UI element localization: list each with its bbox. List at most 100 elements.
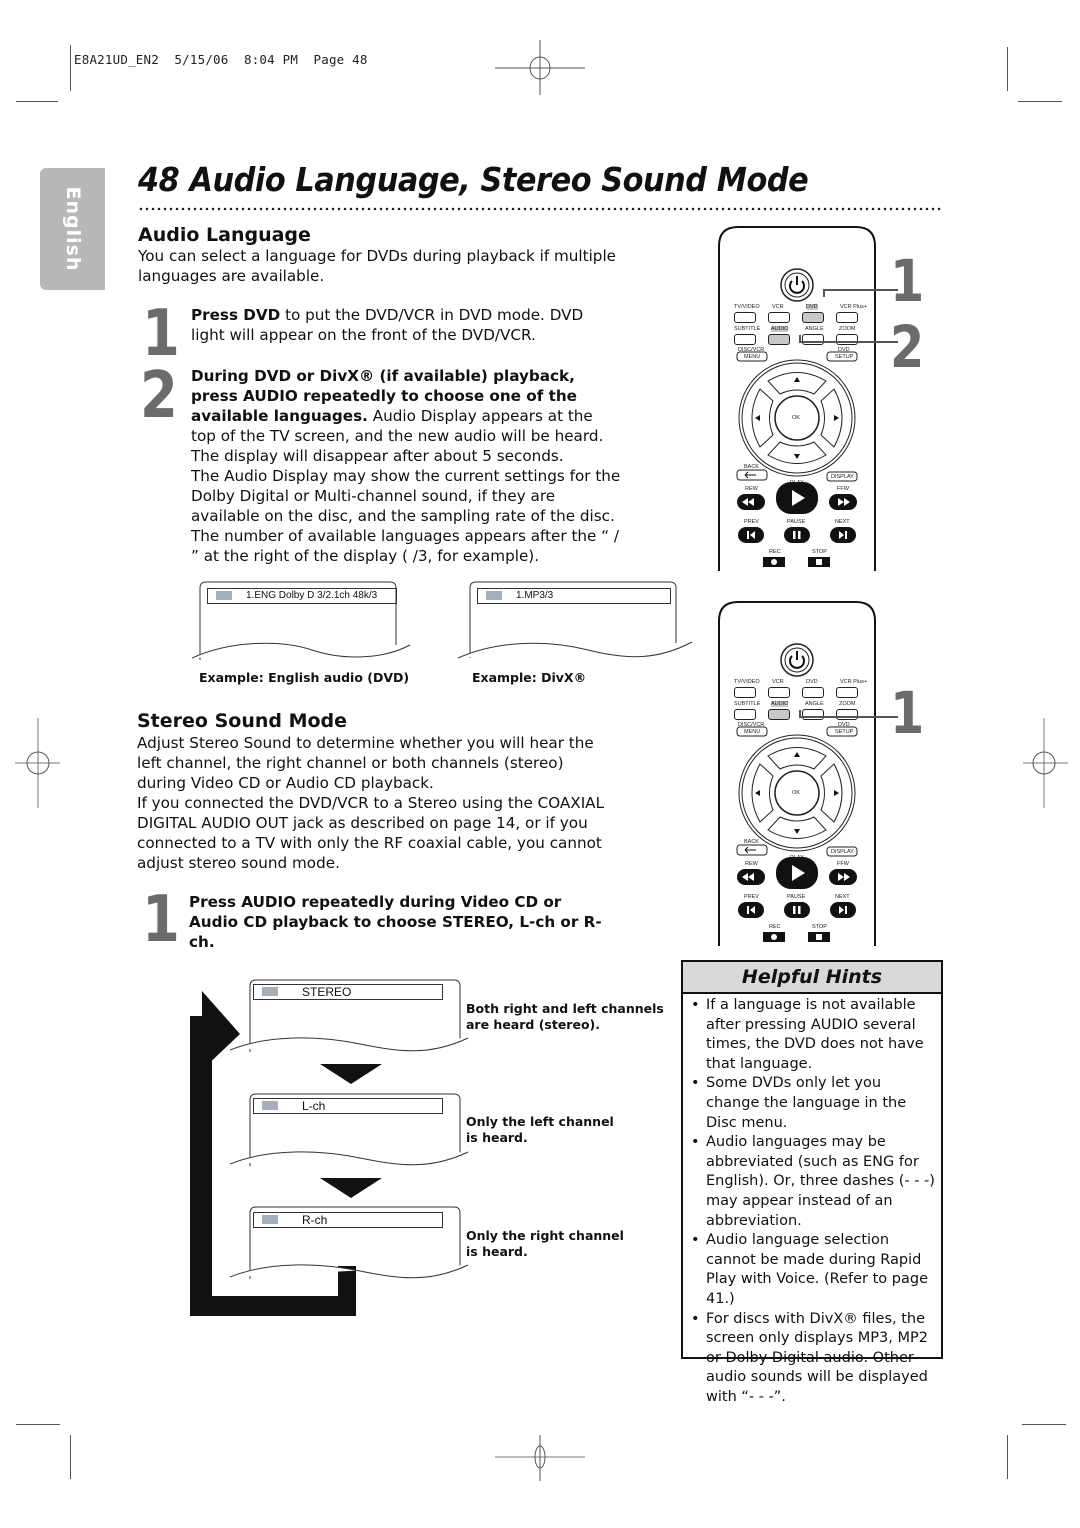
remote-label-pause: PAUSE (787, 894, 806, 900)
remote-label-tvvideo: TV/VIDEO (734, 304, 760, 310)
remote-label-ffw: FFW (837, 486, 849, 492)
crop-mark (1007, 47, 1008, 91)
crop-mark (70, 1435, 71, 1479)
remote-button-vcrplus[interactable] (836, 687, 858, 698)
remote-label-rec: REC (769, 924, 781, 930)
speaker-icon (216, 591, 232, 600)
remote-label-rec: REC (769, 549, 781, 555)
remote-label-vcrplus: VCR Plus+ (840, 679, 868, 685)
remote-label-rew: REW (745, 486, 758, 492)
crop-mark (16, 101, 58, 102)
remote-label-menu: MENU (744, 354, 761, 360)
remote-button-tvvideo[interactable] (734, 312, 756, 323)
hint-item: If a language is not available after pre… (689, 996, 939, 1074)
remote-label-subtitle: SUBTITLE (734, 326, 761, 332)
remote-label-menu: MENU (744, 729, 761, 735)
step-number: 1 (142, 297, 180, 371)
remote-label-stop: STOP (812, 924, 827, 930)
helpful-hints-box: Helpful Hints If a language is not avail… (681, 960, 943, 1405)
stereo-note: If you connected the DVD/VCR to a Stereo… (137, 794, 605, 872)
remote-label-next: NEXT (835, 519, 850, 525)
print-slug: E8A21UD_EN2 5/15/06 8:04 PM Page 48 (74, 52, 368, 67)
remote-label-ffw: FFW (837, 861, 849, 867)
stereo-intro: Adjust Stereo Sound to determine whether… (137, 733, 607, 873)
remote-control-illustration: TV/VIDEO VCR DVD VCR Plus+ SUBTITLE AUDIO ANGL… (718, 601, 878, 946)
registration-mark-icon (495, 1435, 585, 1481)
osd-bar: 1.MP3/3 (477, 588, 671, 604)
remote-button-vcr[interactable] (768, 687, 790, 698)
remote-label-vcr: VCR (772, 679, 784, 685)
remote-button-subtitle[interactable] (734, 709, 756, 720)
remote-button-dvd[interactable] (802, 687, 824, 698)
hint-item: Some DVDs only let you change the langua… (689, 1074, 939, 1133)
remote-label-play: PLAY (790, 855, 804, 861)
osd-bar: STEREO (253, 984, 443, 1000)
audio-language-intro: You can select a language for DVDs durin… (138, 247, 617, 285)
remote-label-setup: SETUP (835, 729, 854, 735)
helpful-hints-title: Helpful Hints (683, 962, 941, 994)
crop-mark (1022, 1424, 1066, 1425)
step-2-extra: The Audio Display may show the current s… (191, 467, 621, 565)
osd-text: 1.ENG Dolby D 3/2.1ch 48k/3 (246, 590, 378, 601)
speaker-icon (262, 1101, 278, 1110)
osd-bar: L-ch (253, 1098, 443, 1114)
crop-mark (1018, 101, 1062, 102)
page-title: 48 Audio Language, Stereo Sound Mode (138, 160, 809, 199)
step-number: 1 (142, 883, 180, 957)
remote-label-stop: STOP (812, 549, 827, 555)
dotted-divider (138, 207, 943, 211)
example-caption: Example: DivX® (472, 670, 587, 685)
remote-label-rew: REW (745, 861, 758, 867)
hint-item: Audio languages may be abbreviated (such… (689, 1133, 939, 1231)
section-heading-audio-language: Audio Language (138, 224, 311, 246)
callout-number: 1 (890, 679, 925, 747)
step-1-text: Press DVD to put the DVD/VCR in DVD mode… (191, 305, 611, 345)
osd-text: R-ch (302, 1213, 328, 1227)
remote-button-tvvideo[interactable] (734, 687, 756, 698)
stereo-intro-text: Adjust Stereo Sound to determine whether… (137, 734, 594, 792)
hint-item: Audio language selection cannot be made … (689, 1231, 939, 1309)
step-number: 2 (140, 359, 178, 433)
down-arrow-icon (320, 1064, 382, 1084)
remote-label-subtitle: SUBTITLE (734, 701, 761, 707)
registration-mark-icon (1023, 718, 1068, 808)
hint-item: For discs with DivX® files, the screen o… (689, 1310, 939, 1408)
callout-line (799, 710, 898, 718)
remote-control-illustration: TV/VIDEO VCR DVD VCR Plus+ SUBTITLE AUDIO ANGL… (718, 226, 878, 571)
crop-mark (70, 45, 71, 91)
remote-label-next: NEXT (835, 894, 850, 900)
remote-button-subtitle[interactable] (734, 334, 756, 345)
remote-label-back: BACK (744, 839, 759, 845)
remote-label-ok: OK (792, 415, 800, 421)
remote-label-prev: PREV (744, 894, 759, 900)
osd-bar: 1.ENG Dolby D 3/2.1ch 48k/3 (207, 588, 397, 604)
step-2-text: During DVD or DivX® (if available) playb… (191, 366, 621, 566)
section-heading-stereo-sound: Stereo Sound Mode (137, 710, 348, 732)
remote-label-back: BACK (744, 464, 759, 470)
osd-text: L-ch (302, 1099, 326, 1113)
speaker-icon (262, 1215, 278, 1224)
speaker-icon (486, 591, 502, 600)
step-1-bold: Press DVD (191, 306, 281, 324)
crop-mark (16, 1424, 60, 1425)
registration-mark-icon (15, 718, 60, 808)
language-tab-label: English (61, 186, 84, 272)
mode-caption: Only the right channel is heard. (466, 1228, 624, 1259)
mode-caption: Both right and left channels are heard (… (466, 1001, 664, 1032)
remote-label-prev: PREV (744, 519, 759, 525)
remote-label-ok: OK (792, 790, 800, 796)
helpful-hints-list: If a language is not available after pre… (689, 996, 939, 1407)
down-arrow-icon (320, 1178, 382, 1198)
remote-label-display: DISPLAY (831, 849, 854, 855)
remote-label-play: PLAY (790, 480, 804, 486)
remote-label-tvvideo: TV/VIDEO (734, 679, 760, 685)
osd-text: 1.MP3/3 (516, 590, 554, 601)
callout-number: 1 (890, 247, 925, 315)
callout-number: 2 (890, 313, 925, 381)
registration-mark-icon (495, 40, 585, 95)
osd-bar: R-ch (253, 1212, 443, 1228)
remote-label-display: DISPLAY (831, 474, 854, 480)
remote-label-dvd: DVD (806, 679, 818, 685)
osd-text: STEREO (302, 985, 352, 999)
mode-caption: Only the left channel is heard. (466, 1114, 614, 1145)
